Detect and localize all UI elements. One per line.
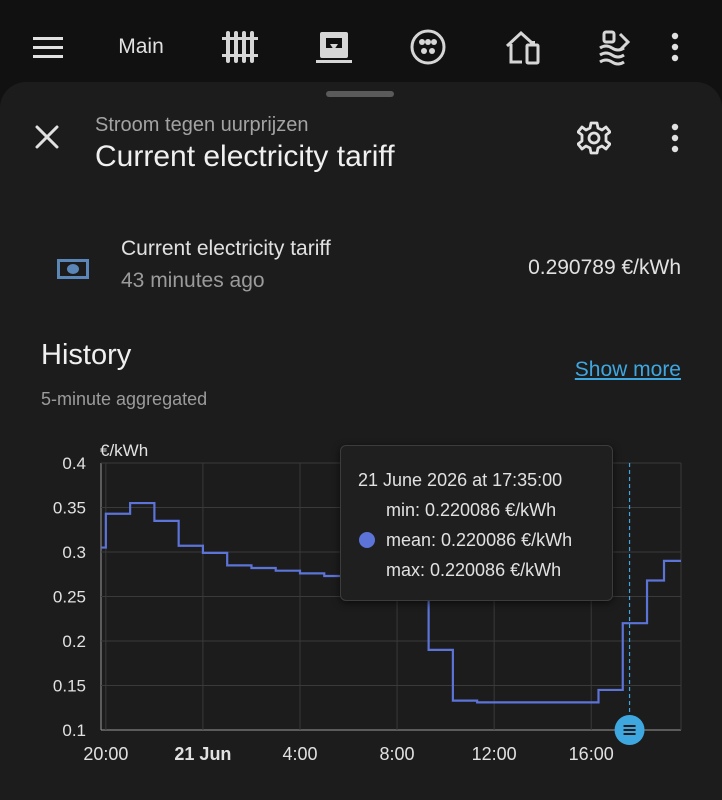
y-tick-label: 0.25	[53, 588, 86, 607]
tooltip-max: max: 0.220086 €/kWh	[386, 560, 562, 580]
x-tick-label: 8:00	[380, 744, 415, 764]
y-axis-unit: €/kWh	[100, 441, 148, 460]
hover-marker[interactable]	[614, 715, 645, 745]
x-tick-label: 16:00	[569, 744, 614, 764]
x-tick-label: 20:00	[83, 744, 128, 764]
tooltip-time: 21 June 2026 at 17:35:00	[358, 470, 563, 490]
x-tick-label: 12:00	[472, 744, 517, 764]
history-chart[interactable]: €/kWh 0.1 0.15 0.2 0.25 0.3 0.35 0.4 20:00 21 J…	[0, 0, 722, 800]
y-tick-label: 0.15	[53, 677, 86, 696]
tooltip-mean: mean: 0.220086 €/kWh	[386, 530, 573, 550]
y-tick-label: 0.2	[62, 632, 86, 651]
list-icon	[623, 725, 636, 735]
y-tick-label: 0.1	[62, 721, 86, 740]
y-tick-label: 0.4	[62, 454, 86, 473]
x-tick-label: 21 Jun	[174, 744, 231, 764]
chart-tooltip: 21 June 2026 at 17:35:00 min: 0.220086 €…	[340, 445, 613, 601]
tooltip-series-marker	[359, 532, 375, 548]
tooltip-min: min: 0.220086 €/kWh	[386, 500, 557, 520]
x-tick-label: 4:00	[282, 744, 317, 764]
y-tick-label: 0.35	[53, 499, 86, 518]
y-tick-label: 0.3	[62, 543, 86, 562]
